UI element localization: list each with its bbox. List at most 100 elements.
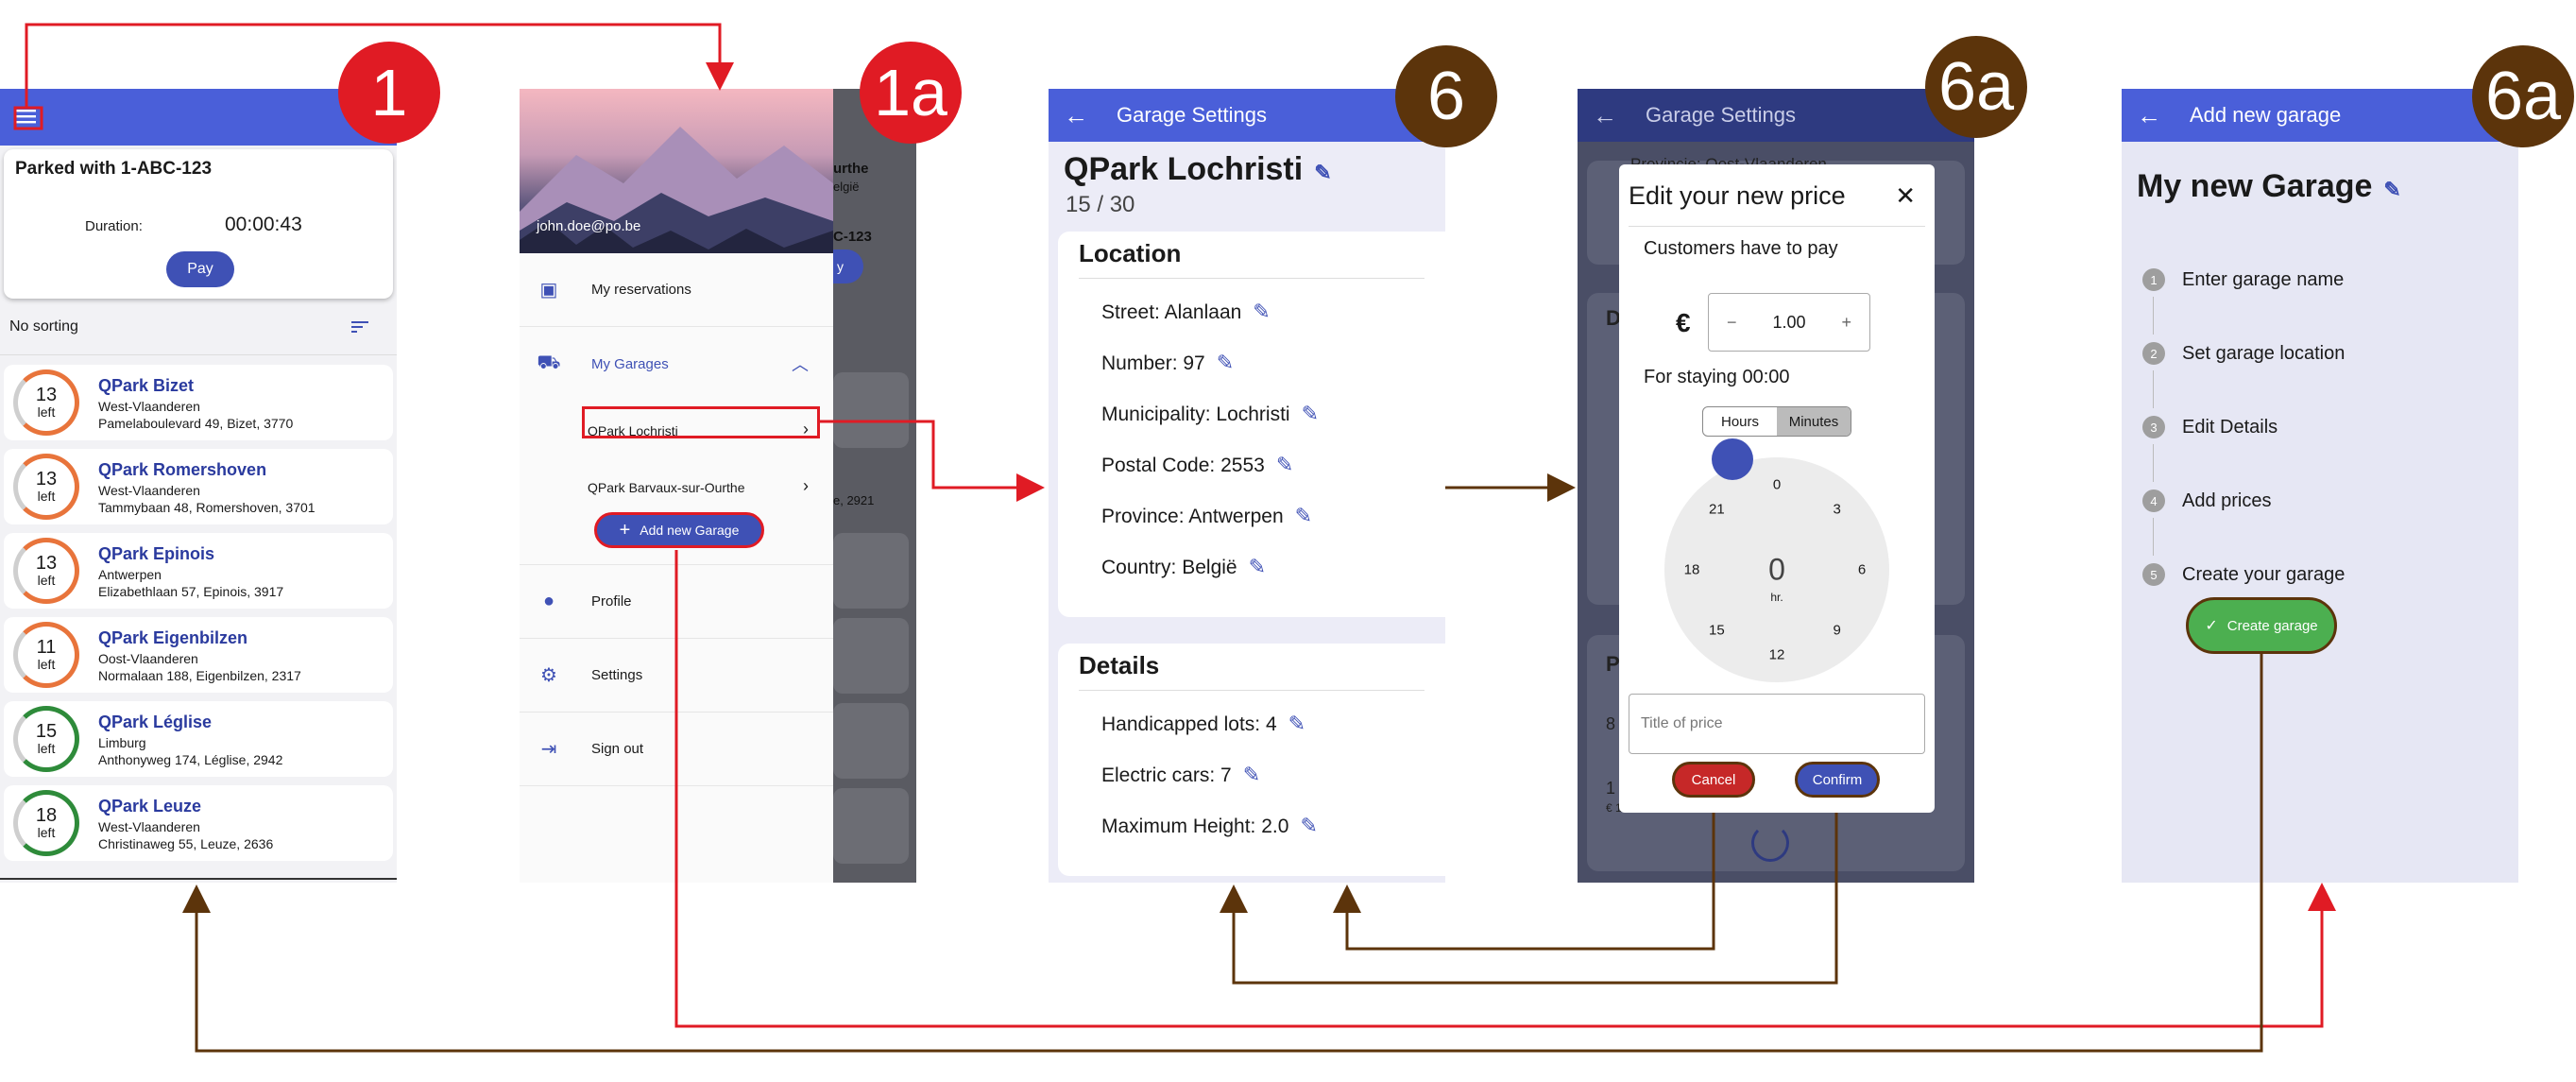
garage-list-item[interactable]: 13 left QPark Epinois Antwerpen Elizabet… <box>4 533 393 609</box>
back-arrow-icon[interactable]: ← <box>1593 101 1617 130</box>
appbar-title: Garage Settings <box>1646 103 1796 127</box>
hamburger-icon[interactable] <box>15 105 36 129</box>
spots-left-label: left <box>37 657 56 672</box>
edit-pencil-icon[interactable]: ✎ <box>1253 300 1270 323</box>
setting-label: Municipality: <box>1101 404 1211 425</box>
garage-list-item[interactable]: 13 left QPark Bizet West-Vlaanderen Pame… <box>4 365 393 440</box>
edit-pencil-icon[interactable]: ✎ <box>2383 178 2400 201</box>
screen-edit-price-dialog: ← Garage Settings Provincie: Oost-Vlaand… <box>1578 89 1974 883</box>
wizard-step[interactable]: 4 Add prices <box>2142 489 2272 512</box>
clock-unit: hr. <box>1770 591 1783 604</box>
nav-drawer: john.doe@po.be ▣ My reservations ⛟ My Ga… <box>520 89 833 883</box>
details-header: Details <box>1079 647 1424 691</box>
edit-pencil-icon[interactable]: ✎ <box>1288 712 1305 735</box>
dial-number[interactable]: 12 <box>1769 647 1785 663</box>
dial-handle[interactable] <box>1712 438 1753 480</box>
garage-province: West-Vlaanderen <box>98 399 200 414</box>
price-title-input[interactable]: Title of price <box>1629 694 1925 754</box>
garage-list-item[interactable]: 15 left QPark Léglise Limburg Anthonyweg… <box>4 701 393 777</box>
step-label: Edit Details <box>2182 416 2278 438</box>
edit-pencil-icon[interactable]: ✎ <box>1276 453 1293 476</box>
confirm-button[interactable]: Confirm <box>1795 762 1880 798</box>
back-arrow-icon[interactable]: ← <box>2137 101 2161 130</box>
car-icon: ⛟ <box>537 352 561 373</box>
plus-icon: + <box>619 519 631 541</box>
close-icon[interactable]: ✕ <box>1895 181 1916 211</box>
edit-pencil-icon[interactable]: ✎ <box>1249 555 1266 578</box>
dial-number[interactable]: 6 <box>1858 562 1866 578</box>
setting-label: Country: <box>1101 557 1177 578</box>
details-section: Details Handicapped lots: 4 ✎ Electric car… <box>1058 644 1445 876</box>
dial-number[interactable]: 18 <box>1684 562 1700 578</box>
garage-name: QPark Bizet <box>98 376 195 395</box>
sort-bar: No sorting <box>0 299 397 355</box>
cancel-button[interactable]: Cancel <box>1672 762 1755 798</box>
setting-row: Number: 97 ✎ <box>1079 351 1424 402</box>
setting-label: Postal Code: <box>1101 455 1216 476</box>
pay-button[interactable]: Pay <box>166 251 234 287</box>
setting-value: Antwerpen <box>1188 506 1284 527</box>
wizard-step[interactable]: 5 Create your garage <box>2142 563 2345 586</box>
menu-my-garages[interactable]: ⛟ My Garages ︿ <box>520 327 833 401</box>
dial-number[interactable]: 15 <box>1709 622 1725 638</box>
spots-left-count: 18 <box>35 805 58 826</box>
edit-pencil-icon[interactable]: ✎ <box>1302 402 1319 425</box>
edit-pencil-icon[interactable]: ✎ <box>1300 814 1317 837</box>
minus-icon[interactable]: − <box>1727 313 1737 333</box>
screen-garage-settings: ← Garage Settings QPark Lochristi ✎ 15 / … <box>1049 89 1445 883</box>
availability-ring: 18 left <box>13 790 79 856</box>
dial-number[interactable]: 3 <box>1833 502 1840 518</box>
setting-label: Street: <box>1101 301 1160 323</box>
step-connector <box>2153 370 2154 408</box>
add-new-garage-button[interactable]: + Add new Garage <box>594 512 764 548</box>
step-badge-6a: 6a <box>1925 36 2027 138</box>
garage-address: Pamelaboulevard 49, Bizet, 3770 <box>98 416 294 431</box>
sub-item-qpark-barvaux[interactable]: QPark Barvaux-sur-Ourthe › <box>520 457 833 514</box>
menu-profile[interactable]: ● Profile <box>520 565 833 639</box>
availability-ring: 11 left <box>13 622 79 688</box>
back-arrow-icon[interactable]: ← <box>1064 101 1088 130</box>
setting-row: Maximum Height: 2.0 ✎ <box>1079 814 1424 865</box>
wizard-step[interactable]: 2 Set garage location <box>2142 342 2345 365</box>
sort-icon[interactable] <box>351 318 368 335</box>
price-value[interactable]: 1.00 <box>1772 313 1805 333</box>
garage-name: QPark Epinois <box>98 544 215 563</box>
edit-pencil-icon[interactable]: ✎ <box>1314 161 1331 184</box>
screen-nav-drawer: urthe elgië C-123 y e, 2921 john.doe@po.… <box>520 89 916 883</box>
price-stepper[interactable]: − 1.00 + <box>1708 293 1870 352</box>
garage-list-item[interactable]: 11 left QPark Eigenbilzen Oost-Vlaandere… <box>4 617 393 693</box>
dial-number[interactable]: 21 <box>1709 502 1725 518</box>
step-badge-1a: 1a <box>860 42 962 144</box>
setting-label: Maximum Height: <box>1101 816 1256 837</box>
menu-settings[interactable]: ⚙ Settings <box>520 639 833 713</box>
currency-symbol: € <box>1676 308 1691 337</box>
plus-icon[interactable]: + <box>1841 313 1851 333</box>
edit-pencil-icon[interactable]: ✎ <box>1243 763 1260 786</box>
toggle-minutes[interactable]: Minutes <box>1777 407 1851 436</box>
app-bar: ← Add new garage <box>2122 89 2518 142</box>
garage-province: Antwerpen <box>98 567 162 582</box>
background-screen: urthe elgië C-123 y e, 2921 <box>831 89 916 883</box>
wizard-step[interactable]: 3 Edit Details <box>2142 416 2277 438</box>
dial-number[interactable]: 0 <box>1773 477 1781 493</box>
edit-pencil-icon[interactable]: ✎ <box>1295 504 1312 527</box>
location-header: Location <box>1079 235 1424 279</box>
toggle-hours[interactable]: Hours <box>1703 407 1777 436</box>
unit-toggle[interactable]: Hours Minutes <box>1702 406 1851 437</box>
garage-list-item[interactable]: 18 left QPark Leuze West-Vlaanderen Chri… <box>4 785 393 861</box>
step-badge-6a-add: 6a <box>2472 45 2574 147</box>
gear-icon: ⚙ <box>540 665 557 686</box>
garage-list-item[interactable]: 13 left QPark Romershoven West-Vlaandere… <box>4 449 393 524</box>
drawer-header: john.doe@po.be <box>520 89 833 253</box>
menu-my-reservations[interactable]: ▣ My reservations <box>520 253 833 327</box>
menu-sign-out[interactable]: ⇥ Sign out <box>520 713 833 786</box>
edit-pencil-icon[interactable]: ✎ <box>1217 351 1234 374</box>
create-garage-button[interactable]: ✓ Create garage <box>2186 597 2337 654</box>
dial-number[interactable]: 9 <box>1833 622 1840 638</box>
garage-address: Anthonyweg 174, Léglise, 2942 <box>98 752 283 767</box>
wizard-step[interactable]: 1 Enter garage name <box>2142 268 2344 291</box>
step-number: 3 <box>2142 416 2165 438</box>
time-dial[interactable]: 0 hr. 0 3 6 9 12 15 18 21 <box>1664 457 1889 682</box>
app-bar: ← Garage Settings <box>1578 89 1974 142</box>
sort-label: No sorting <box>9 318 78 335</box>
